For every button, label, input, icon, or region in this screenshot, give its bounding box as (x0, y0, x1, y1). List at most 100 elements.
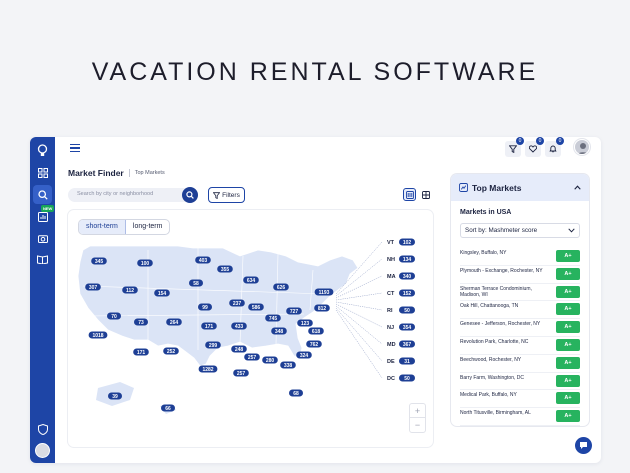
top-markets-title: Top Markets (472, 182, 522, 193)
top-markets-panel: Top Markets Markets in USA Sort by: Mash… (451, 174, 589, 426)
grid-icon[interactable] (35, 165, 50, 180)
lightbulb-logo-icon[interactable] (35, 143, 50, 158)
region-pill[interactable]: 73 (134, 318, 148, 326)
market-row[interactable]: North Titusville, Birmingham, AL A+ (460, 408, 580, 426)
market-row[interactable]: Beechwood, Rochester, NY A+ (460, 355, 580, 373)
state-count: 31 (404, 359, 410, 365)
region-pill[interactable]: 112 (122, 286, 138, 294)
shield-icon[interactable] (35, 422, 50, 437)
region-pill[interactable]: 586 (248, 303, 264, 311)
user-avatar[interactable] (574, 139, 590, 155)
filters-label: Filters (222, 191, 240, 199)
region-pill[interactable]: 1193 (314, 288, 334, 296)
region-pill[interactable]: 237 (229, 299, 245, 307)
region-pill[interactable]: 171 (201, 322, 217, 330)
filter-icon[interactable]: 0 (505, 137, 524, 157)
search-icon[interactable] (33, 185, 52, 204)
bell-icon[interactable]: 0 (545, 137, 564, 157)
region-pill[interactable]: 433 (231, 322, 247, 330)
market-row[interactable]: Sherman Terrace Condominium, Madison, WI… (460, 284, 580, 302)
region-pill[interactable]: 348 (271, 327, 287, 335)
region-pill[interactable]: 338 (280, 361, 296, 369)
state-pill[interactable]: 31 (399, 357, 415, 365)
region-pill[interactable]: 154 (154, 289, 170, 297)
region-count: 745 (269, 316, 278, 322)
market-row[interactable]: Medical Park, Buffalo, NY A+ (460, 390, 580, 409)
heart-icon[interactable]: 0 (525, 137, 544, 157)
region-pill[interactable]: 1282 (198, 365, 218, 373)
region-pill[interactable]: 812 (314, 304, 330, 312)
state-abbr: DE (387, 359, 395, 365)
region-pill[interactable]: 123 (297, 319, 313, 327)
region-pill[interactable]: 264 (166, 318, 182, 326)
book-icon[interactable] (35, 252, 50, 267)
grid-view-button[interactable] (419, 188, 432, 201)
region-pill[interactable]: 618 (308, 327, 324, 335)
region-pill[interactable]: 626 (273, 283, 289, 291)
region-pill[interactable]: 58 (189, 279, 203, 287)
state-pill[interactable]: 102 (399, 238, 415, 246)
region-pill[interactable]: 68 (289, 389, 303, 397)
region-count: 100 (141, 261, 150, 267)
region-pill[interactable]: 280 (262, 356, 278, 364)
state-pill[interactable]: 50 (399, 374, 415, 382)
region-pill[interactable]: 727 (286, 307, 302, 315)
region-pill[interactable]: 70 (107, 312, 121, 320)
market-row[interactable]: Oak Hill, Chattanooga, TN A+ (460, 301, 580, 320)
state-pill[interactable]: 152 (399, 289, 415, 297)
region-pill[interactable]: 99 (198, 303, 212, 311)
region-pill[interactable]: 66 (161, 404, 175, 412)
search-input[interactable]: Search by city or neighborhood (68, 188, 198, 202)
page-title[interactable]: Market Finder (68, 168, 124, 178)
region-pill[interactable]: 299 (205, 341, 221, 349)
chevron-up-icon[interactable] (574, 185, 581, 190)
state-pill[interactable]: 50 (399, 306, 415, 314)
market-row[interactable]: Barry Farm, Washington, DC A+ (460, 373, 580, 391)
market-row[interactable]: Kingsley, Buffalo, NY A+ (460, 248, 580, 266)
region-pill[interactable]: 257 (244, 353, 260, 361)
market-row[interactable]: Plymouth - Exchange, Rochester, NY A+ (460, 266, 580, 284)
market-grade-badge: A+ (556, 321, 580, 334)
region-pill[interactable]: 745 (265, 314, 281, 322)
state-pill[interactable]: 354 (399, 323, 415, 331)
sort-select[interactable]: Sort by: Mashmeter score (460, 223, 580, 238)
filters-button[interactable]: Filters (208, 187, 245, 203)
region-pill[interactable]: 345 (91, 257, 107, 265)
region-count: 634 (247, 278, 256, 284)
camera-icon[interactable] (35, 231, 50, 246)
market-row[interactable]: Revolution Park, Charlotte, NC A+ (460, 337, 580, 355)
region-pill[interactable]: 634 (243, 276, 259, 284)
search-button[interactable] (182, 187, 198, 203)
short-term-option[interactable]: short-term (79, 220, 126, 234)
region-pill[interactable]: 248 (231, 345, 247, 353)
region-pill[interactable]: 403 (195, 256, 211, 264)
state-pill[interactable]: 340 (399, 272, 415, 280)
region-pill[interactable]: 324 (296, 351, 312, 359)
long-term-option[interactable]: long-term (126, 220, 170, 234)
region-pill[interactable]: 252 (163, 347, 179, 355)
us-map[interactable]: 345 100 403 307 355 634 112 154 58 626 237 586 1193 9… (68, 210, 433, 447)
top-markets-header[interactable]: Top Markets (451, 174, 589, 201)
menu-toggle-icon[interactable] (70, 144, 80, 153)
region-pill[interactable]: 171 (133, 348, 149, 356)
region-count: 348 (275, 329, 284, 335)
region-pill[interactable]: 39 (108, 392, 122, 400)
region-pill[interactable]: 762 (306, 340, 322, 348)
zoom-out-button[interactable]: − (410, 418, 425, 432)
market-row[interactable]: Genesee - Jefferson, Rochester, NY A+ (460, 319, 580, 337)
region-pill[interactable]: 100 (137, 259, 153, 267)
region-pill[interactable]: 257 (233, 369, 249, 377)
state-pill[interactable]: 134 (399, 255, 415, 263)
region-pill[interactable]: 355 (217, 265, 233, 273)
region-pill[interactable]: 1018 (88, 331, 108, 339)
region-count: 324 (300, 353, 309, 359)
breadcrumb: Market Finder Top Markets (68, 168, 165, 178)
region-pill[interactable]: 307 (85, 283, 101, 291)
new-badge: NEW (41, 205, 55, 212)
sidebar-avatar[interactable] (35, 443, 50, 458)
chat-button[interactable] (575, 437, 592, 454)
zoom-in-button[interactable]: + (410, 404, 425, 418)
map-view-button[interactable] (403, 188, 416, 201)
state-abbr: CT (387, 291, 395, 297)
state-pill[interactable]: 367 (399, 340, 415, 348)
